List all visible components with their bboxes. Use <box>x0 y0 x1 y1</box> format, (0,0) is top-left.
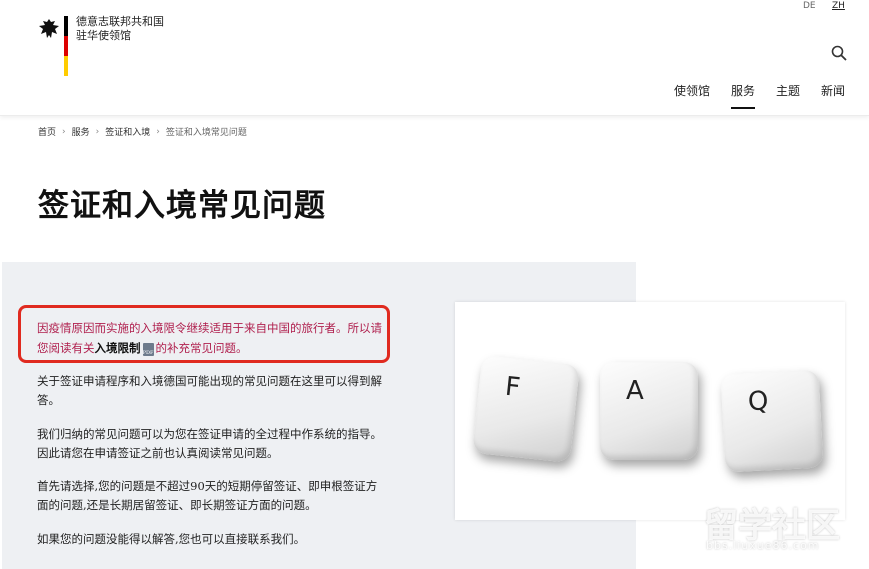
key-a: A <box>600 362 698 460</box>
language-zh-link[interactable]: ZH <box>832 1 845 11</box>
watermark-url: bbs.liuxue86.com <box>706 539 820 552</box>
german-flag-stripe <box>64 16 68 76</box>
breadcrumb-chevron-icon: › <box>95 126 100 137</box>
breadcrumb-chevron-icon: › <box>62 126 66 137</box>
nav-item-news[interactable]: 新闻 <box>821 82 845 99</box>
page-title: 签证和入境常见问题 <box>38 188 326 224</box>
site-header: 德意志联邦共和国 驻华使领馆 DE ZH 使领馆 服务 主题 新闻 <box>0 0 869 116</box>
language-de-link[interactable]: DE <box>803 1 816 11</box>
breadcrumb: 首页 › 服务 › 签证和入境 › 签证和入境常见问题 <box>38 125 247 139</box>
pdf-icon[interactable]: PDF <box>142 343 154 356</box>
breadcrumb-current: 签证和入境常见问题 <box>165 128 247 138</box>
contact-paragraph: 如果您的问题没能得以解答,您也可以直接联系我们。 <box>37 532 306 546</box>
logo-line-1: 德意志联邦共和国 <box>76 15 164 28</box>
key-f: F <box>472 355 580 463</box>
key-f-label: F <box>503 371 522 404</box>
logo-line-2: 驻华使领馆 <box>76 29 131 42</box>
nav-item-services[interactable]: 服务 <box>731 82 756 109</box>
entry-restrictions-link[interactable]: 入境限制 <box>95 341 141 355</box>
notice-text-after: 的补充常见问题。 <box>155 341 248 355</box>
visa-type-paragraph: 首先请选择,您的问题是不超过90天的短期停留签证、即申根签证方面的问题,还是长期… <box>37 479 378 512</box>
guidance-paragraph: 我们归纳的常见问题可以为您在签证申请的全过程中作系统的指导。因此请您在申请签证之… <box>37 427 382 460</box>
key-a-label: A <box>626 376 644 406</box>
breadcrumb-visa[interactable]: 签证和入境 <box>105 125 150 138</box>
breadcrumb-chevron-icon: › <box>156 126 160 137</box>
faq-keyboard-image: F A Q <box>455 302 845 520</box>
intro-paragraph: 关于签证申请程序和入境德国可能出现的常见问题在这里可以得到解答。 <box>37 374 382 407</box>
key-q: Q <box>720 369 824 473</box>
notice-text: 因疫情原因而实施的入境限令继续适用于来自中国的旅行者。所以请您阅读有关入境限制 P… <box>37 318 382 358</box>
breadcrumb-home[interactable]: 首页 <box>38 125 56 138</box>
key-q-label: Q <box>747 386 770 418</box>
search-icon[interactable] <box>830 44 848 62</box>
nav-item-missions[interactable]: 使领馆 <box>674 82 710 99</box>
federal-eagle-icon <box>39 19 59 38</box>
nav-item-topics[interactable]: 主题 <box>776 82 800 99</box>
site-logo-text[interactable]: 德意志联邦共和国 驻华使领馆 <box>76 15 164 43</box>
breadcrumb-services[interactable]: 服务 <box>72 125 90 138</box>
